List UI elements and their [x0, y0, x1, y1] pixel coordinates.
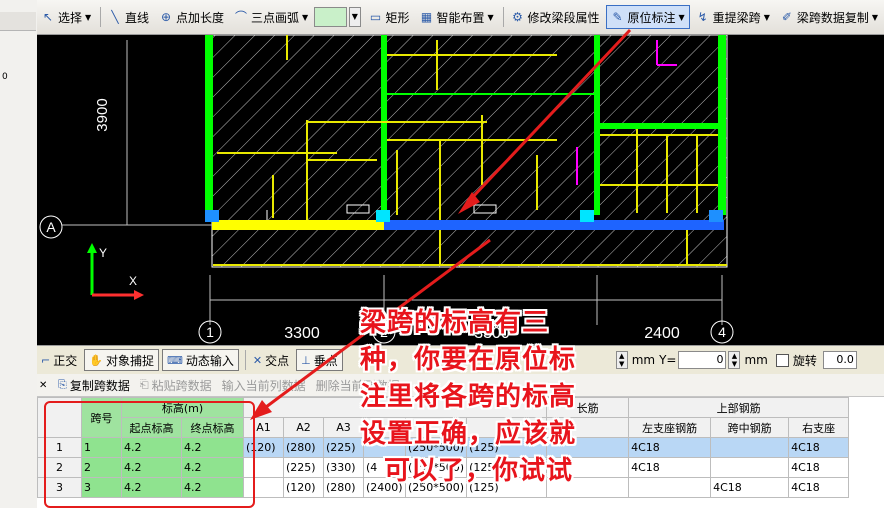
grid-toolbar: ✕ ⎘ 复制跨数据 ⎗ 粘贴跨数据 输入当前列数据 删除当前列数据	[37, 374, 884, 397]
y-input[interactable]: 0	[678, 351, 727, 369]
smart-layout-button[interactable]: ▦ 智能布置 ▼	[416, 6, 498, 28]
col-a3[interactable]: A3	[323, 417, 364, 438]
three-point-arc-button[interactable]: ⌒ 三点画弧 ▼	[230, 6, 312, 28]
rect-icon: ▭	[369, 10, 382, 24]
rotate-input[interactable]: 0.0	[822, 351, 857, 369]
axis-number-2: 2	[380, 324, 388, 340]
intersection-icon: ✕	[252, 353, 263, 367]
left-panel-mark: 0	[2, 72, 8, 82]
ortho-toggle[interactable]: ⌐ 正交	[37, 350, 81, 370]
chevron-down-icon: ▼	[487, 12, 494, 22]
dim-span-1: 3300	[284, 325, 320, 342]
line-icon: ╲	[111, 10, 119, 24]
left-panel-tab[interactable]	[0, 12, 36, 31]
col-dist: 距左	[466, 417, 548, 438]
span-data-copy-button[interactable]: ✐ 梁跨数据复制 ▼	[776, 6, 882, 28]
chevron-down-icon: ▼	[871, 12, 879, 22]
ortho-icon: ⌐	[41, 353, 51, 367]
delete-current-button[interactable]: 删除当前列数据	[311, 377, 405, 394]
select-button[interactable]: ↖ 选择 ▼	[37, 6, 95, 28]
col-mid-span[interactable]: 跨中钢筋	[710, 417, 790, 438]
copy-icon: ⎘	[58, 378, 67, 391]
modify-icon: ⚙	[512, 10, 523, 24]
original-annotation-button[interactable]: ✎ 原位标注 ▼	[605, 5, 690, 29]
smart-layout-icon: ▦	[420, 10, 433, 24]
color-dropdown-button[interactable]: ▼	[349, 7, 361, 27]
rect-button[interactable]: ▭ 矩形	[365, 6, 414, 28]
column-2	[381, 35, 387, 215]
axis-label-a: A	[46, 219, 56, 235]
snap-toolbar: ⌐ 正交 ✋ 对象捕捉 ⌨ 动态输入 ✕ 交点 ⊥ 垂点 ▲ ▼ mm Y= 0 ▲ ▼ mm…	[37, 345, 884, 375]
pointer-icon: ↖	[42, 10, 54, 24]
dim-3900: 3900	[94, 98, 111, 131]
beam-span-highlight	[384, 220, 724, 230]
dim-span-3: 2400	[644, 325, 680, 342]
dynamic-input-toggle[interactable]: ⌨ 动态输入	[161, 349, 239, 371]
paste-span-button[interactable]: ⎗ 粘贴跨数据	[135, 377, 217, 394]
point-length-button[interactable]: ⊕ 点加长度	[155, 6, 228, 28]
wall-right-upper	[594, 123, 724, 129]
elevation-highlight-frame	[44, 401, 255, 508]
axis-number-4: 4	[718, 324, 726, 340]
beam-span-1	[212, 220, 384, 230]
chevron-down-icon: ▼	[763, 12, 770, 22]
line-button[interactable]: ╲ 直线	[104, 6, 153, 28]
column-left	[205, 35, 213, 215]
axis-number-1: 1	[206, 324, 214, 340]
re-extract-icon: ↯	[697, 10, 708, 24]
col-upper-rebar: 上部钢筋	[628, 397, 850, 418]
point-length-icon: ⊕	[160, 10, 171, 24]
re-extract-span-button[interactable]: ↯ 重提梁跨 ▼	[692, 6, 774, 28]
close-icon[interactable]: ✕	[37, 380, 53, 391]
left-panel: 0	[0, 0, 38, 508]
ucs-x-label: X	[129, 274, 137, 288]
chevron-down-icon: ▼	[85, 12, 92, 22]
col-length-rebar: 长筋	[546, 397, 630, 418]
slab-hatch	[212, 35, 727, 267]
copy-span-button[interactable]: ⎘ 复制跨数据	[53, 377, 135, 394]
chevron-down-icon: ▼	[678, 12, 685, 22]
drawing-toolbar: ↖ 选择 ▼ ╲ 直线 ⊕ 点加长度 ⌒ 三点画弧 ▼ ▼ ▭ 矩形 ▦ 智能布置 ▼ ⚙ 修改梁段…	[37, 0, 884, 35]
dim-span-2: 3300	[474, 325, 510, 342]
snap-icon: ✋	[89, 353, 103, 367]
col-left-support[interactable]: 左支座钢筋	[628, 417, 712, 438]
drawing-canvas[interactable]: 3900 A Y X 1 2 4 3300 3300 2400	[37, 35, 884, 345]
cad-drawing: 3900 A Y X 1 2 4 3300 3300 2400	[39, 35, 734, 344]
modify-span-props-button[interactable]: ⚙ 修改梁段属性	[506, 6, 603, 28]
chevron-down-icon: ▼	[302, 12, 309, 22]
paste-icon: ⎗	[139, 378, 149, 391]
y-spinner[interactable]: ▲ ▼	[728, 351, 741, 369]
intersection-snap[interactable]: ✕ 交点	[249, 350, 293, 370]
col-right-support[interactable]: 右支座	[788, 417, 850, 438]
wall-mid	[387, 93, 594, 95]
input-current-button[interactable]: 输入当前列数据	[217, 377, 311, 394]
annotation-icon: ✎	[612, 10, 623, 24]
object-snap-toggle[interactable]: ✋ 对象捕捉	[84, 349, 159, 371]
color-picker[interactable]	[314, 7, 348, 27]
perpendicular-icon: ⊥	[301, 353, 311, 367]
col-a2[interactable]: A2	[283, 417, 324, 438]
dynamic-input-icon: ⌨	[166, 353, 183, 367]
ucs-y-label: Y	[99, 246, 107, 260]
rotate-checkbox[interactable]	[775, 353, 789, 367]
toolbar-separator	[502, 7, 504, 27]
brush-icon: ✐	[781, 10, 792, 24]
toolbar-separator	[100, 7, 101, 27]
perpendicular-snap[interactable]: ⊥ 垂点	[296, 349, 343, 371]
arc-icon: ⌒	[234, 10, 247, 24]
x-spinner[interactable]: ▲ ▼	[615, 351, 628, 369]
